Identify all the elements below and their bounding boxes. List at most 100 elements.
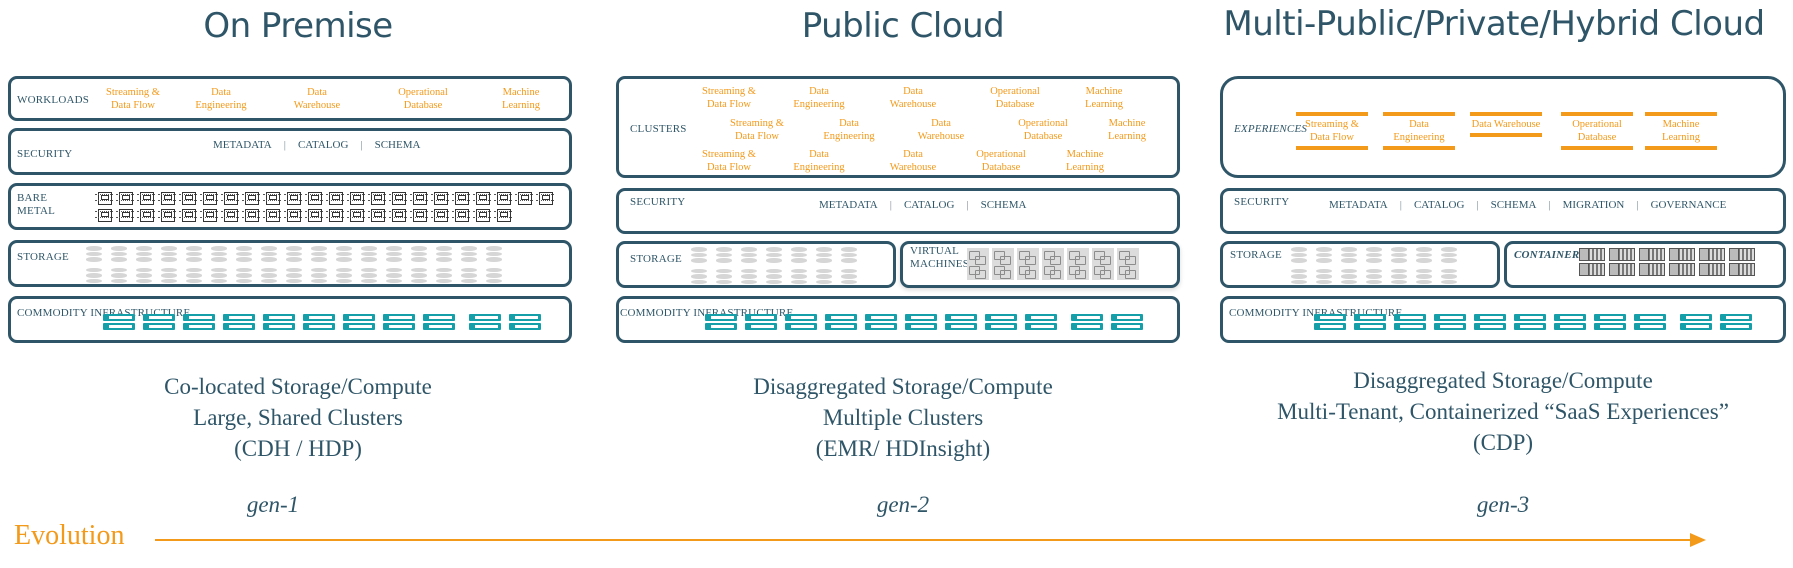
layer-label: SECURITY xyxy=(17,148,73,160)
security-item: SCHEMA xyxy=(1490,199,1537,211)
generation-label: gen-2 xyxy=(876,492,930,517)
server-row xyxy=(705,314,1151,330)
database-icon xyxy=(361,246,377,284)
database-icon xyxy=(1341,247,1357,285)
database-icon xyxy=(841,247,857,285)
cpu-chip-icon xyxy=(221,190,239,205)
cluster-workload: Operational Database xyxy=(976,149,1026,173)
column-hybrid-cloud: Multi-Public/Private/Hybrid Cloud EXPERI… xyxy=(1210,0,1793,568)
infrastructure-layer: COMMODITY INFRASTRUCTURE xyxy=(8,296,572,343)
infrastructure-layer: COMMODITY INFRASTRUCTURE xyxy=(616,296,1180,343)
cpu-chip-icon xyxy=(305,190,323,205)
description-line: Disaggregated Storage/Compute xyxy=(1353,368,1653,393)
container-icon xyxy=(1729,248,1755,276)
server-icon xyxy=(865,314,897,330)
server-icon xyxy=(1111,314,1143,330)
database-icon xyxy=(691,247,707,285)
cpu-chip-icon xyxy=(95,207,113,222)
security-items: METADATA | CATALOG | SCHEMA xyxy=(819,199,1027,211)
security-item: CATALOG xyxy=(903,199,955,211)
cluster-workload: Streaming & Data Flow xyxy=(702,149,756,173)
workload-operational-database: Operational Database xyxy=(398,87,448,111)
server-icon xyxy=(469,314,501,330)
cpu-chip-icon xyxy=(410,190,428,205)
cluster-workload: Data Engineering xyxy=(823,118,875,142)
database-icon xyxy=(261,246,277,284)
security-items: METADATA | CATALOG | SCHEMA | MIGRATION | GO… xyxy=(1329,199,1727,211)
experience-machine-learning: Machine Learning xyxy=(1645,112,1717,150)
security-item: GOVERNANCE xyxy=(1650,199,1727,211)
cluster-workload: Machine Learning xyxy=(1066,149,1104,173)
cluster-workload: Operational Database xyxy=(1018,118,1068,142)
layer-label: VIRTUAL MACHINES xyxy=(910,245,970,270)
layer-label: STORAGE xyxy=(17,251,69,263)
security-item: MIGRATION xyxy=(1562,199,1625,211)
database-icon xyxy=(486,246,502,284)
cpu-chip-icon xyxy=(263,190,281,205)
server-icon xyxy=(143,314,175,330)
server-icon xyxy=(1071,314,1103,330)
arrow-right-icon xyxy=(1690,533,1706,547)
database-icon xyxy=(111,246,127,284)
cpu-chip-icon xyxy=(473,190,491,205)
database-icon xyxy=(286,246,302,284)
database-icon xyxy=(1416,247,1432,285)
storage-grid xyxy=(691,247,866,285)
database-icon xyxy=(186,246,202,284)
description-line: Multiple Clusters xyxy=(822,405,984,430)
column-description: Co-located Storage/Compute Large, Shared… xyxy=(0,371,596,464)
database-icon xyxy=(161,246,177,284)
column-on-premise: On Premise WORKLOADS Streaming & Data Fl… xyxy=(0,0,580,568)
virtual-machine-icon xyxy=(992,248,1014,280)
vm-row xyxy=(967,248,1142,280)
server-icon xyxy=(103,314,135,330)
security-item: CATALOG xyxy=(297,139,349,151)
cpu-chip-icon xyxy=(515,190,533,205)
cpu-chip-icon xyxy=(431,190,449,205)
virtual-machine-icon xyxy=(1092,248,1114,280)
security-items: METADATA | CATALOG | SCHEMA xyxy=(213,139,421,151)
database-icon xyxy=(1366,247,1382,285)
cpu-chip-icon xyxy=(473,207,491,222)
server-icon xyxy=(1394,314,1426,330)
storage-grid xyxy=(86,246,566,284)
cpu-chip-icon xyxy=(452,190,470,205)
workload-streaming: Streaming & Data Flow xyxy=(106,87,160,111)
server-icon xyxy=(1474,314,1506,330)
cpu-chip-icon xyxy=(116,207,134,222)
experience-data-warehouse: Data Warehouse xyxy=(1470,112,1542,137)
cpu-chip-icon xyxy=(116,190,134,205)
cpu-chip-icon xyxy=(158,190,176,205)
cpu-chip-icon xyxy=(95,190,113,205)
containers-layer: CONTAINERS xyxy=(1504,241,1786,288)
security-item: SCHEMA xyxy=(980,199,1027,211)
server-icon xyxy=(1314,314,1346,330)
database-icon xyxy=(436,246,452,284)
description-line: Co-located Storage/Compute xyxy=(164,374,432,399)
layer-label: CLUSTERS xyxy=(630,123,687,135)
description-line: Multi-Tenant, Containerized “SaaS Experi… xyxy=(1277,399,1729,424)
cluster-workload: Streaming & Data Flow xyxy=(730,118,784,142)
cpu-chip-icon xyxy=(452,207,470,222)
storage-layer: STORAGE xyxy=(1220,241,1500,288)
security-layer: SECURITY METADATA | CATALOG | SCHEMA xyxy=(8,128,572,175)
storage-layer: STORAGE xyxy=(616,241,896,288)
server-icon xyxy=(945,314,977,330)
server-icon xyxy=(1720,314,1752,330)
cpu-chip-icon xyxy=(200,190,218,205)
evolution-arrow-line xyxy=(155,539,1695,541)
database-icon xyxy=(816,247,832,285)
layer-label: STORAGE xyxy=(630,253,682,265)
server-icon xyxy=(1594,314,1626,330)
cluster-workload: Data Warehouse xyxy=(889,149,937,173)
container-icon xyxy=(1609,248,1635,276)
cluster-workload: Machine Learning xyxy=(1085,86,1123,110)
server-icon xyxy=(509,314,541,330)
evolution-label: Evolution xyxy=(14,520,125,551)
security-item: METADATA xyxy=(819,199,878,211)
server-icon xyxy=(1434,314,1466,330)
column-description: Disaggregated Storage/Compute Multiple C… xyxy=(610,371,1196,464)
cpu-chip-icon xyxy=(494,207,512,222)
layer-label: CONTAINERS xyxy=(1514,249,1586,261)
server-icon xyxy=(705,314,737,330)
